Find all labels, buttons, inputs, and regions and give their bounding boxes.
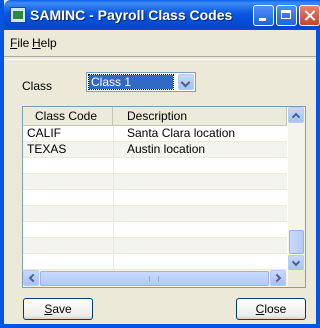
horizontal-scrollbar[interactable] <box>23 270 287 287</box>
column-divider <box>113 126 114 271</box>
menu-separator <box>4 56 316 60</box>
close-button[interactable]: Close <box>236 298 306 320</box>
column-header-description[interactable]: Description <box>113 107 287 125</box>
table-row-empty[interactable] <box>23 206 287 222</box>
maximize-button[interactable] <box>276 5 297 26</box>
menu-help[interactable]: Help <box>32 36 57 50</box>
table-row[interactable]: CALIF Santa Clara location <box>23 126 287 142</box>
table-row-empty[interactable] <box>23 174 287 190</box>
menu-file[interactable]: File <box>10 36 29 50</box>
table-body: CALIF Santa Clara location TEXAS Austin … <box>23 126 287 270</box>
class-select-value: Class 1 <box>88 74 174 90</box>
scroll-down-icon[interactable] <box>288 255 304 271</box>
column-header-class-code[interactable]: Class Code <box>23 107 113 125</box>
scroll-left-icon[interactable] <box>23 270 39 286</box>
table-row-empty[interactable] <box>23 158 287 174</box>
close-label: lose <box>264 302 287 316</box>
close-window-button[interactable] <box>299 5 320 26</box>
payroll-class-codes-window: SAMINC - Payroll Class Codes File Help C… <box>0 0 320 328</box>
save-label: ave <box>52 302 72 316</box>
menu-help-label: elp <box>40 36 57 50</box>
table-row-empty[interactable] <box>23 190 287 206</box>
app-icon <box>10 7 26 23</box>
vertical-scrollbar[interactable] <box>288 107 305 271</box>
table-row[interactable]: TEXAS Austin location <box>23 142 287 158</box>
menu-file-label: ile <box>17 36 30 50</box>
chevron-down-icon[interactable] <box>178 74 194 90</box>
cell-class-code: TEXAS <box>27 142 67 156</box>
cell-class-code: CALIF <box>27 126 62 140</box>
table-row-empty[interactable] <box>23 254 287 270</box>
class-codes-table[interactable]: Class Code Description CALIF Santa Clara… <box>22 106 306 288</box>
scrollbar-corner <box>288 270 305 287</box>
save-button[interactable]: Save <box>23 298 93 320</box>
scroll-right-icon[interactable] <box>270 270 286 286</box>
scroll-up-icon[interactable] <box>288 107 304 123</box>
cell-description: Santa Clara location <box>127 126 236 140</box>
title-bar[interactable]: SAMINC - Payroll Class Codes <box>4 0 320 30</box>
horizontal-scroll-thumb[interactable] <box>40 271 269 286</box>
table-row-empty[interactable] <box>23 238 287 254</box>
class-label: Class <box>22 79 53 93</box>
menu-help-mnemonic: H <box>32 36 41 50</box>
vertical-scroll-thumb[interactable] <box>289 230 304 254</box>
minimize-button[interactable] <box>253 5 274 26</box>
window-title: SAMINC - Payroll Class Codes <box>30 7 233 23</box>
table-header: Class Code Description <box>23 107 287 126</box>
table-row-empty[interactable] <box>23 222 287 238</box>
class-select[interactable]: Class 1 <box>86 72 196 92</box>
cell-description: Austin location <box>127 142 206 156</box>
